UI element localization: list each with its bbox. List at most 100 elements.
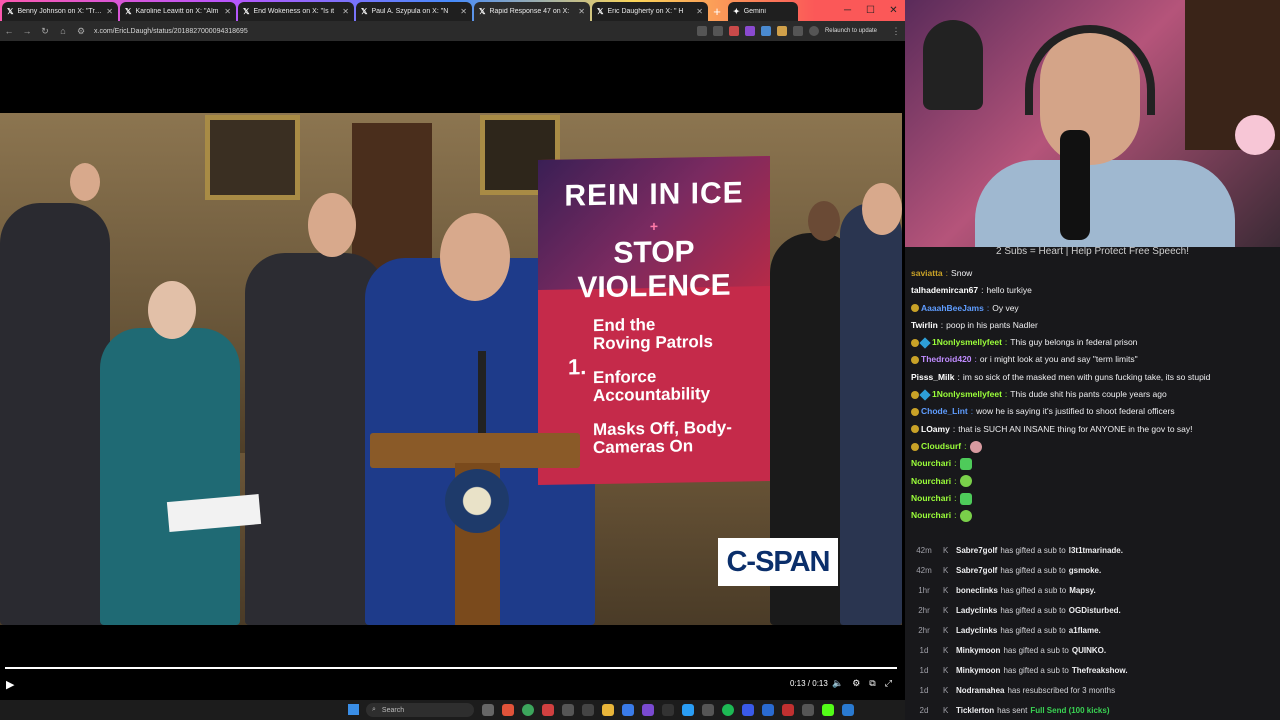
url-field[interactable]: x.com/EricLDaugh/status/2018827000094318…	[94, 28, 697, 35]
kick-icon[interactable]	[822, 704, 834, 716]
taskbar-search[interactable]: ⌕ Search	[366, 703, 474, 717]
app-icon[interactable]	[502, 704, 514, 716]
chat-username[interactable]: Pisss_Milk	[911, 372, 954, 382]
forward-icon[interactable]: →	[18, 26, 36, 36]
event-username[interactable]: Sabre7golf	[956, 546, 997, 555]
profile-icon[interactable]	[808, 26, 819, 36]
reload-icon[interactable]: ↻	[36, 26, 54, 37]
app-icon[interactable]	[562, 704, 574, 716]
app-icon[interactable]	[842, 704, 854, 716]
home-icon[interactable]: ⌂	[54, 26, 72, 36]
app-icon[interactable]	[802, 704, 814, 716]
chat-text: that is SUCH AN INSANE thing for ANYONE …	[958, 423, 1193, 434]
event-username[interactable]: Ticklerton	[956, 706, 994, 715]
relaunch-button[interactable]: Relaunch to update	[825, 28, 877, 34]
event-username[interactable]: Ladyclinks	[956, 606, 997, 615]
event-text: Ladyclinks has gifted a sub to a1flame.	[956, 626, 1101, 635]
browser-tab[interactable]: 𝕏 Karoline Leavitt on X: "Alm ✕	[120, 2, 236, 21]
extension-icon[interactable]	[776, 26, 787, 36]
new-tab-button[interactable]: +	[708, 2, 726, 21]
app-icon[interactable]	[682, 704, 694, 716]
chat-username[interactable]: 1Nonlysmellyfeet	[932, 337, 1002, 347]
event-username[interactable]: Minkymoon	[956, 646, 1000, 655]
app-icon[interactable]	[622, 704, 634, 716]
browser-tab[interactable]: 𝕏 Benny Johnson on X: "Trum ✕	[2, 2, 118, 21]
video-progress-bar[interactable]	[5, 667, 897, 669]
close-icon[interactable]: ✕	[696, 7, 703, 16]
headphones	[1025, 25, 1155, 115]
gifter-badge-icon	[919, 389, 931, 401]
close-icon[interactable]: ✕	[578, 7, 585, 16]
chat-username[interactable]: LOamy	[921, 424, 950, 434]
close-icon[interactable]: ✕	[106, 7, 113, 16]
chat-username[interactable]: Cloudsurf	[921, 441, 961, 451]
extension-icon[interactable]	[760, 26, 771, 36]
app-icon[interactable]	[642, 704, 654, 716]
maximize-icon[interactable]: ☐	[859, 0, 882, 21]
extension-icon[interactable]	[744, 26, 755, 36]
task-view-icon[interactable]	[482, 704, 494, 716]
browser-tab[interactable]: 𝕏 Eric Daugherty on X: " H ✕	[592, 2, 708, 21]
extension-icon[interactable]	[696, 26, 707, 36]
star-icon[interactable]	[712, 26, 723, 36]
event-action: has gifted a sub to	[1000, 605, 1066, 615]
chat-username[interactable]: Nourchari	[911, 476, 951, 486]
chat-separator: :	[952, 423, 956, 434]
file-explorer-icon[interactable]	[602, 704, 614, 716]
event-username[interactable]: Nodramahea	[956, 686, 1004, 695]
chat-username[interactable]: Nourchari	[911, 458, 951, 468]
chrome-icon[interactable]	[522, 704, 534, 716]
app-icon[interactable]	[782, 704, 794, 716]
chat-separator: :	[954, 510, 957, 521]
chat-username[interactable]: saviatta	[911, 268, 943, 278]
chat-username[interactable]: talhademircan67	[911, 285, 978, 295]
chat-username[interactable]: Thedroid420	[921, 354, 972, 364]
close-icon[interactable]: ✕	[460, 7, 467, 16]
event-username[interactable]: Minkymoon	[956, 666, 1000, 675]
site-info-icon[interactable]: ⚙	[72, 26, 90, 37]
spotify-icon[interactable]	[722, 704, 734, 716]
windows-start-icon[interactable]	[348, 704, 359, 715]
person-head	[70, 163, 100, 201]
chat-username[interactable]: Nourchari	[911, 493, 951, 503]
minimize-icon[interactable]: ─	[836, 0, 859, 21]
app-icon[interactable]	[762, 704, 774, 716]
video-progress-fill	[5, 667, 897, 669]
app-icon[interactable]	[742, 704, 754, 716]
event-username[interactable]: Ladyclinks	[956, 626, 997, 635]
event-action: has gifted a sub to	[1000, 625, 1066, 635]
browser-tab-active[interactable]: 𝕏 Rapid Response 47 on X: ✕	[474, 2, 590, 21]
volume-icon[interactable]: 🔈	[832, 678, 843, 689]
browser-tab[interactable]: 𝕏 End Wokeness on X: "Is it ✕	[238, 2, 354, 21]
app-icon[interactable]	[662, 704, 674, 716]
close-window-icon[interactable]: ✕	[882, 0, 905, 21]
chat-username[interactable]: 1Nonlysmellyfeet	[932, 389, 1002, 399]
fullscreen-icon[interactable]: ⤢	[885, 678, 892, 689]
extensions-puzzle-icon[interactable]	[792, 26, 803, 36]
close-icon[interactable]: ✕	[342, 7, 349, 16]
extension-icon[interactable]	[728, 26, 739, 36]
love-you-sign	[1235, 115, 1275, 155]
chat-username[interactable]: AaaahBeeJams	[921, 303, 984, 313]
app-icon[interactable]	[702, 704, 714, 716]
event-username[interactable]: Sabre7golf	[956, 566, 997, 575]
person-head	[440, 213, 510, 301]
video-player[interactable]: REIN IN ICE + STOP VIOLENCE 1. End the R…	[0, 113, 902, 625]
browser-tab[interactable]: 𝕏 Paul A. Szypula on X: "N ✕	[356, 2, 472, 21]
close-icon[interactable]: ✕	[224, 7, 231, 16]
browser-tab[interactable]: ✦ Gemini	[728, 2, 798, 21]
picture-in-picture-icon[interactable]: ⧉	[869, 678, 875, 689]
play-icon[interactable]: ▶	[6, 678, 14, 691]
kick-icon: K	[943, 605, 949, 615]
event-text: boneclinks has gifted a sub to Mapsy.	[956, 586, 1096, 595]
app-icon[interactable]	[542, 704, 554, 716]
chat-username[interactable]: Twirlin	[911, 320, 938, 330]
event-username[interactable]: boneclinks	[956, 586, 998, 595]
settings-icon[interactable]: ⚙	[852, 678, 860, 689]
subscription-event: 1d K Nodramahea has resubscribed for 3 mont…	[905, 680, 1280, 700]
app-icon[interactable]	[582, 704, 594, 716]
back-icon[interactable]: ←	[0, 26, 18, 36]
chat-username[interactable]: Chode_Lint	[921, 406, 968, 416]
menu-icon[interactable]: ⋮	[887, 26, 905, 37]
chat-username[interactable]: Nourchari	[911, 510, 951, 520]
